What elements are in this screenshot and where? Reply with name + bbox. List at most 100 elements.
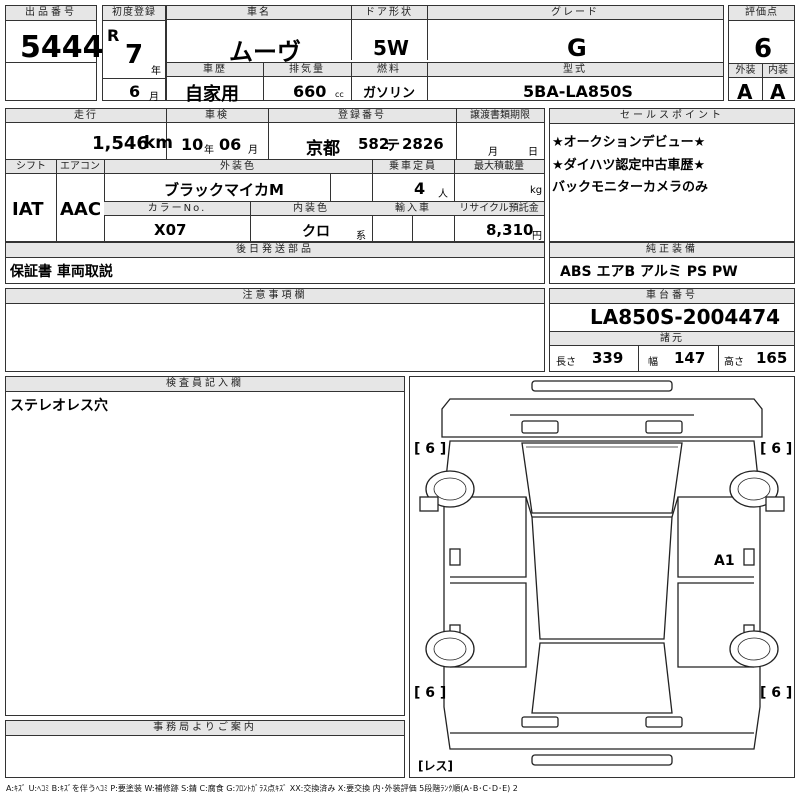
sales-points-box: セールスポイント ★オークションデビュー★ ★ダイハツ認定中古車歴★ バックモニ… <box>549 108 795 242</box>
width-label: 幅 <box>648 357 658 368</box>
mileage-label: 走行 <box>6 109 166 123</box>
notes-box: 注意事項欄 <box>5 288 545 372</box>
model-label: 型式 <box>427 63 723 77</box>
car-body-diagram <box>419 380 785 766</box>
shift-label: シフト <box>6 160 56 174</box>
later-parts-value: 保証書 車両取説 <box>10 264 113 280</box>
inspection-year: 10 <box>181 135 204 154</box>
car-name-label: 車名 <box>167 6 351 20</box>
transfer-label: 譲渡書類期限 <box>456 109 544 123</box>
interior-color-value: クロ <box>302 224 330 240</box>
history-label: 車歴 <box>167 63 263 77</box>
first-reg-year-unit: 年 <box>151 66 161 77</box>
score-box: 評価点 6 外装 内装 A A <box>728 5 795 104</box>
first-reg-year: 7 <box>125 40 144 70</box>
chassis-box: 車台番号 LA850S-2004474 諸元 長さ 339 幅 147 高さ 1… <box>549 288 795 372</box>
length-value: 339 <box>592 349 624 367</box>
grade-label: グレード <box>427 6 723 20</box>
sales-point-2: ★ダイハツ認定中古車歴★ <box>552 158 706 173</box>
exterior-grade-value: A <box>737 80 753 104</box>
grade-value: G <box>567 34 587 62</box>
plate-number: 2826 <box>402 135 444 153</box>
inspector-box: 検査員記入欄 ステレオレス穴 <box>5 376 405 716</box>
lot-box: 出品番号 5444 <box>5 5 104 101</box>
recycle-label: リサイクル預託金 <box>454 202 544 216</box>
fuel-value: ガソリン <box>363 86 416 101</box>
door-value: 5W <box>373 36 409 60</box>
equipment-value: ABS エアB アルミ PS PW <box>560 264 738 280</box>
height-label: 高さ <box>724 357 744 368</box>
score-label: 評価点 <box>729 6 794 21</box>
width-value: 147 <box>674 349 706 367</box>
vehicle-box: 車名 ドア形状 グレード ムーヴ 5W G 車歴 排気量 燃料 型式 自家用 6… <box>166 5 724 105</box>
max-load-unit: kg <box>530 185 543 196</box>
import-label: 輸入車 <box>372 202 454 216</box>
tire-fl: [ 6 ] <box>414 441 447 457</box>
notes-label: 注意事項欄 <box>6 289 544 304</box>
plate-area: 京都 <box>306 139 340 159</box>
spare-tire: [レス] <box>418 759 453 773</box>
lot-number: 5444 <box>20 30 104 65</box>
plate-label: 登録番号 <box>268 109 456 123</box>
interior-grade-value: A <box>770 80 786 104</box>
recycle-unit: 円 <box>532 231 542 242</box>
mileage-unit: km <box>144 133 174 153</box>
specs-label: 諸元 <box>550 331 794 346</box>
tire-fr: [ 6 ] <box>760 441 793 457</box>
tire-rr: [ 6 ] <box>760 685 793 701</box>
lot-label: 出品番号 <box>6 6 96 21</box>
color-no-value: X07 <box>154 221 187 239</box>
plate-kana: テ <box>386 138 400 154</box>
transfer-month-unit: 月 <box>488 147 498 158</box>
history-value: 自家用 <box>185 84 239 105</box>
shift-value: IAT <box>12 199 44 220</box>
first-reg-month-unit: 月 <box>149 92 159 103</box>
height-value: 165 <box>756 349 788 367</box>
displacement-value: 660 <box>293 82 327 101</box>
first-reg-label: 初度登録 <box>103 6 165 21</box>
interior-color-unit: 系 <box>356 231 366 242</box>
damage-a1: A1 <box>714 553 735 569</box>
model-value: 5BA-LA850S <box>523 82 633 101</box>
fuel-label: 燃料 <box>351 63 427 77</box>
exterior-grade-label: 外装 <box>729 64 762 78</box>
capacity-value: 4 <box>414 179 426 198</box>
inspector-label: 検査員記入欄 <box>6 377 404 392</box>
inspector-value: ステレオレス穴 <box>10 398 108 414</box>
interior-grade-label: 内装 <box>762 64 794 78</box>
recycle-value: 8,310 <box>486 221 534 239</box>
chassis-value: LA850S-2004474 <box>590 305 781 329</box>
inspection-year-unit: 年 <box>204 145 214 156</box>
later-parts-label: 後日発送部品 <box>6 243 544 258</box>
color-no-label: カラーNo. <box>104 202 250 216</box>
max-load-label: 最大積載量 <box>454 160 544 174</box>
details-box: 走行 車検 登録番号 譲渡書類期限 1,546 km 10 年 06 月 京都 … <box>5 108 545 242</box>
plate-class: 582 <box>358 135 390 153</box>
capacity-unit: 人 <box>438 189 448 200</box>
later-parts-box: 後日発送部品 保証書 車両取説 <box>5 242 545 284</box>
mileage-value: 1,546 <box>92 133 149 154</box>
equipment-label: 純正装備 <box>550 243 794 258</box>
first-reg-era: R <box>107 26 120 45</box>
office-box: 事務局よりご案内 <box>5 720 405 778</box>
inspection-month: 06 <box>219 135 242 154</box>
length-label: 長さ <box>556 357 576 368</box>
interior-color-label: 内装色 <box>250 202 372 216</box>
inspection-label: 車検 <box>166 109 268 123</box>
exterior-color-value: ブラックマイカM <box>164 181 284 199</box>
inspection-month-unit: 月 <box>248 145 258 156</box>
aircon-label: エアコン <box>56 160 104 174</box>
sales-point-3: バックモニターカメラのみ <box>552 180 709 195</box>
aircon-value: AAC <box>60 199 102 220</box>
car-diagram: [ 6 ] [ 6 ] A1 [ 6 ] [ 6 ] [レス] <box>409 376 795 778</box>
equipment-box: 純正装備 ABS エアB アルミ PS PW <box>549 242 795 284</box>
transfer-day-unit: 日 <box>528 147 538 158</box>
score-value: 6 <box>754 34 773 64</box>
office-label: 事務局よりご案内 <box>6 721 404 736</box>
chassis-label: 車台番号 <box>550 289 794 304</box>
damage-legend: A:ｷｽﾞ U:ﾍｺﾐ B:ｷｽﾞを伴うﾍｺﾐ P:要塗装 W:補修跡 S:錆 … <box>6 784 518 793</box>
displacement-unit: cc <box>335 90 344 99</box>
door-label: ドア形状 <box>351 6 427 20</box>
sales-points-label: セールスポイント <box>550 109 794 124</box>
first-reg-box: 初度登録 R 7 年 6 月 <box>102 5 166 103</box>
